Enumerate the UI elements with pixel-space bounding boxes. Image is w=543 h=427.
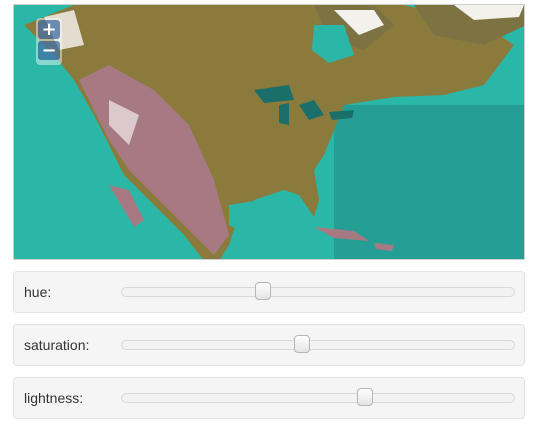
map-view[interactable]: + − (13, 4, 525, 260)
hue-slider-handle[interactable] (255, 282, 272, 300)
zoom-control: + − (36, 18, 62, 65)
zoom-in-button[interactable]: + (38, 20, 60, 39)
saturation-label: saturation: (24, 337, 90, 353)
saturation-slider-handle[interactable] (294, 335, 311, 353)
lightness-label: lightness: (24, 390, 84, 406)
saturation-slider-track[interactable] (121, 335, 515, 353)
hue-label: hue: (24, 284, 52, 300)
zoom-out-button[interactable]: − (38, 41, 60, 60)
lightness-slider-handle[interactable] (357, 388, 374, 406)
hue-slider-track[interactable] (121, 282, 515, 300)
hue-control: hue: (13, 271, 525, 313)
saturation-control: saturation: (13, 324, 525, 366)
lightness-control: lightness: (13, 377, 525, 419)
lightness-slider-track[interactable] (121, 388, 515, 406)
north-america-map-image (14, 5, 524, 259)
